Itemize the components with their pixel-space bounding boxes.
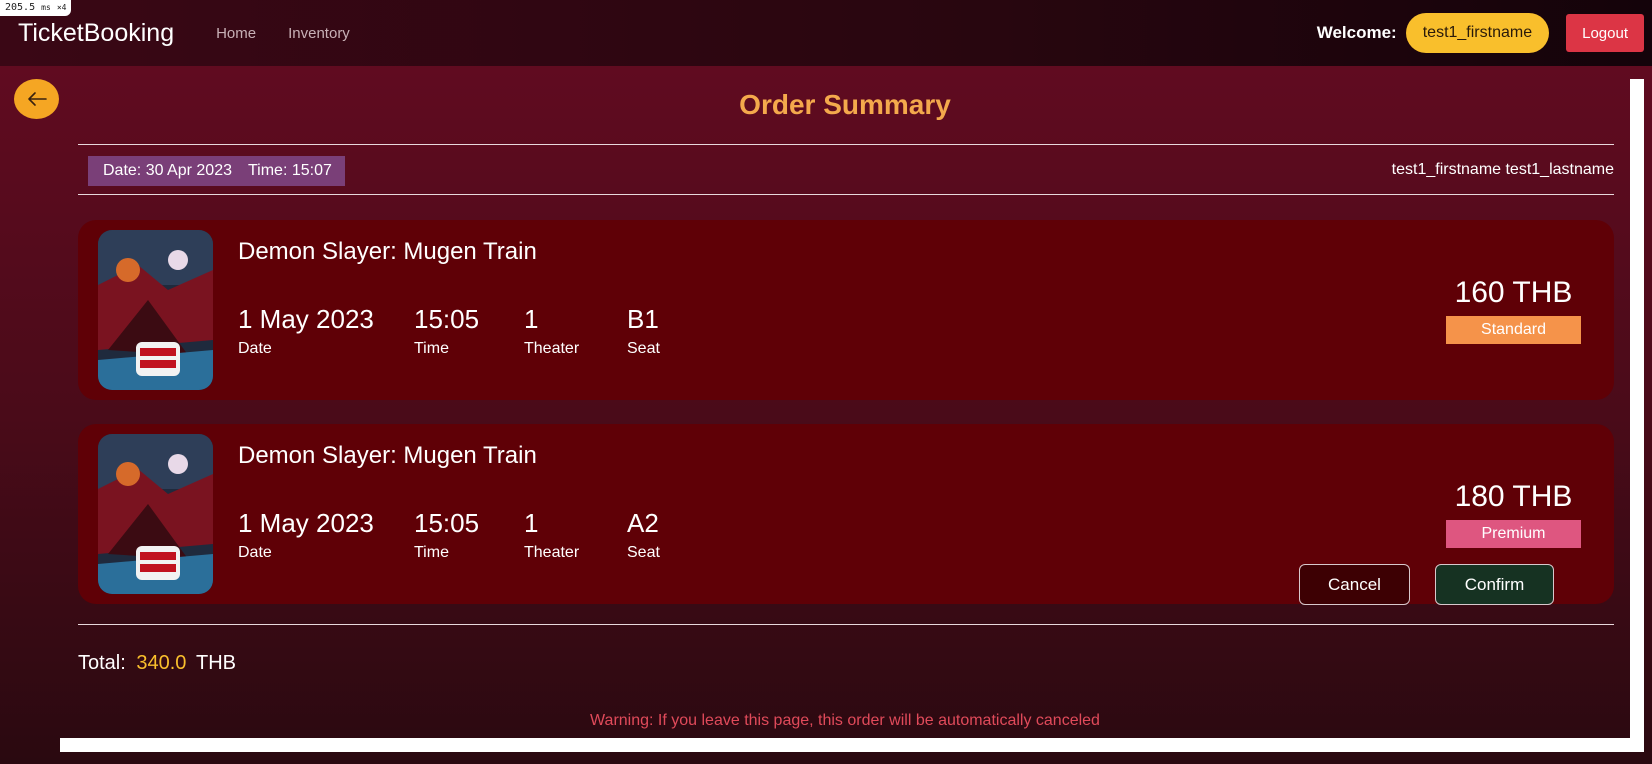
movie-title: Demon Slayer: Mugen Train <box>238 238 537 265</box>
nav-user-area: Welcome: test1_firstname Logout <box>1317 13 1644 53</box>
ticket-date-value: 1 May 2023 <box>238 304 374 334</box>
cancel-button[interactable]: Cancel <box>1299 564 1410 605</box>
ticket-theater-label: Theater <box>524 340 580 357</box>
ticket-time: 15:05 Time <box>414 508 479 562</box>
customer-name: test1_firstname test1_lastname <box>1391 161 1614 178</box>
ticket-seat-value: A2 <box>627 508 659 538</box>
username-badge[interactable]: test1_firstname <box>1405 13 1550 53</box>
ticket-theater: 1 Theater <box>524 508 579 562</box>
navbar: TicketBooking Home Inventory Welcome: te… <box>0 0 1652 66</box>
ticket-seat: B1 Seat <box>627 304 660 358</box>
movie-title: Demon Slayer: Mugen Train <box>238 442 537 469</box>
ticket-date: 1 May 2023 Date <box>238 304 374 358</box>
ticket-theater: 1 Theater <box>524 304 579 358</box>
logout-button[interactable]: Logout <box>1566 14 1644 52</box>
nav-home-link[interactable]: Home <box>216 25 256 42</box>
nav-inventory-link[interactable]: Inventory <box>288 25 350 42</box>
perf-mult: ×4 <box>56 3 67 12</box>
order-datetime-box: Date: 30 Apr 2023 Time: 15:07 <box>88 156 345 186</box>
welcome-label: Welcome: <box>1316 23 1397 42</box>
perf-value: 205.5 <box>5 2 36 13</box>
back-button[interactable] <box>14 79 59 119</box>
order-time: Time: 15:07 <box>247 162 332 179</box>
ticket-date-label: Date <box>238 544 272 561</box>
brand-logo[interactable]: TicketBooking <box>18 19 174 48</box>
ticket-tier-badge: Standard <box>1446 316 1581 344</box>
ticket-price: 160 THB Standard <box>1446 276 1581 344</box>
ticket-theater-value: 1 <box>524 508 539 538</box>
page-edge <box>60 738 1644 752</box>
ticket-seat-label: Seat <box>627 544 660 561</box>
total-label: Total: <box>78 652 126 674</box>
perf-unit: ms <box>41 3 51 12</box>
divider-bottom <box>78 624 1614 625</box>
ticket-theater-value: 1 <box>524 304 539 334</box>
divider-header <box>78 194 1614 195</box>
leave-page-warning: Warning: If you leave this page, this or… <box>590 712 1100 729</box>
ticket-seat-value: B1 <box>627 304 659 334</box>
confirm-button[interactable]: Confirm <box>1435 564 1554 605</box>
ticket-theater-label: Theater <box>524 544 580 561</box>
ticket-time-label: Time <box>414 340 449 357</box>
order-date: Date: 30 Apr 2023 <box>103 162 232 179</box>
ticket-time-value: 15:05 <box>414 304 480 334</box>
ticket-date-label: Date <box>238 340 272 357</box>
ticket-price: 180 THB Premium <box>1446 480 1581 548</box>
ticket-tier-badge: Premium <box>1446 520 1581 548</box>
ticket-seat-label: Seat <box>627 340 660 357</box>
ticket-seat: A2 Seat <box>627 508 660 562</box>
ticket-time-label: Time <box>414 544 449 561</box>
ticket-price-amount: 160 THB <box>1454 276 1573 309</box>
scrollbar-track[interactable] <box>1630 79 1644 750</box>
order-total: Total: 340.0 THB <box>78 652 236 675</box>
total-amount: 340.0 <box>136 652 187 674</box>
order-summary-panel: Order Summary Date: 30 Apr 2023 Time: 15… <box>60 79 1630 750</box>
ticket-time-value: 15:05 <box>414 508 480 538</box>
ticket-card: Demon Slayer: Mugen Train 1 May 2023 Dat… <box>78 220 1614 400</box>
movie-poster <box>98 230 213 390</box>
movie-poster <box>98 434 213 594</box>
arrow-left-icon <box>27 92 47 106</box>
ticket-time: 15:05 Time <box>414 304 479 358</box>
divider-top <box>78 144 1614 145</box>
perf-badge: 205.5 ms ×4 <box>0 0 72 16</box>
ticket-date: 1 May 2023 Date <box>238 508 374 562</box>
ticket-date-value: 1 May 2023 <box>238 508 374 538</box>
total-currency: THB <box>196 652 236 674</box>
page-title: Order Summary <box>739 89 951 120</box>
ticket-price-amount: 180 THB <box>1454 480 1573 513</box>
